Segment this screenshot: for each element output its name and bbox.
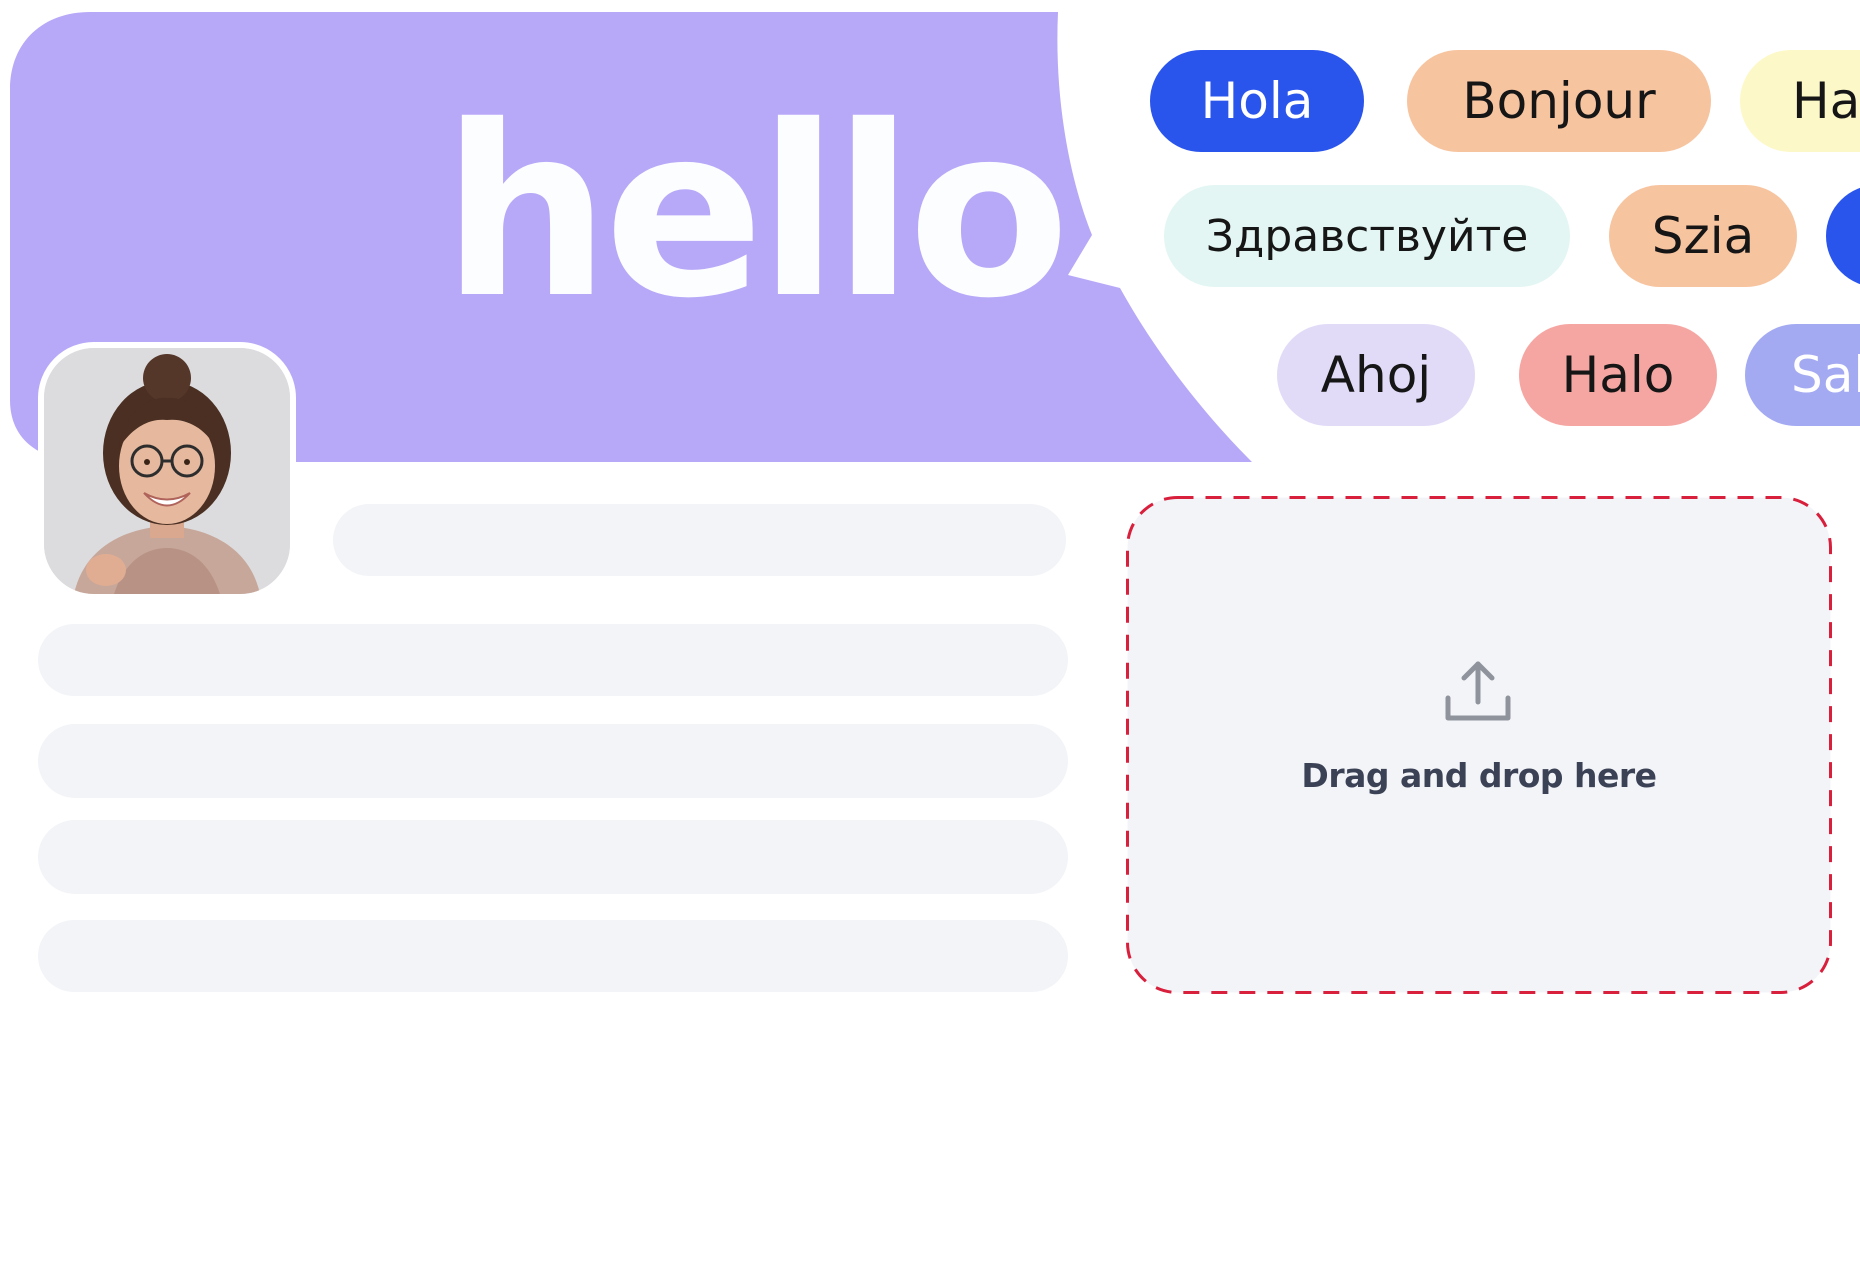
- person-portrait-icon: [44, 348, 290, 594]
- chip-hola-label: Hola: [1200, 72, 1314, 130]
- chip-bonjour[interactable]: Bonjour: [1407, 50, 1711, 152]
- chip-sal[interactable]: Sal: [1745, 324, 1860, 426]
- skeleton-line-3: [38, 820, 1068, 894]
- greeting-text: hello: [442, 75, 1070, 350]
- chip-szia-label: Szia: [1651, 207, 1755, 265]
- chip-szia[interactable]: Szia: [1609, 185, 1797, 287]
- dropzone-label: Drag and drop here: [1301, 756, 1657, 795]
- dropzone-border: [1126, 496, 1832, 994]
- chip-ahoj-label: Ahoj: [1320, 346, 1432, 404]
- chip-ha-label: Ha: [1792, 72, 1860, 130]
- chip-halo[interactable]: Halo: [1519, 324, 1717, 426]
- avatar: [38, 342, 296, 600]
- skeleton-line-1: [38, 624, 1068, 696]
- chip-ha[interactable]: Ha: [1740, 50, 1860, 152]
- file-dropzone[interactable]: Drag and drop here: [1126, 496, 1832, 994]
- chip-ahoj[interactable]: Ahoj: [1277, 324, 1475, 426]
- skeleton-line-name: [333, 504, 1066, 576]
- chip-zdravstvuyte-label: Здравствуйте: [1205, 210, 1529, 262]
- chip-halo-label: Halo: [1561, 346, 1675, 404]
- hello-card: hello Hola Bonjour Ha Здравствуйте Szia …: [0, 0, 1860, 1269]
- chip-hola[interactable]: Hola: [1150, 50, 1364, 152]
- chip-sal-label: Sal: [1791, 346, 1860, 404]
- upload-icon: [1445, 661, 1511, 721]
- skeleton-line-2: [38, 724, 1068, 798]
- chip-zdravstvuyte[interactable]: Здравствуйте: [1164, 185, 1570, 287]
- skeleton-line-4: [38, 920, 1068, 992]
- chip-bonjour-label: Bonjour: [1462, 72, 1656, 130]
